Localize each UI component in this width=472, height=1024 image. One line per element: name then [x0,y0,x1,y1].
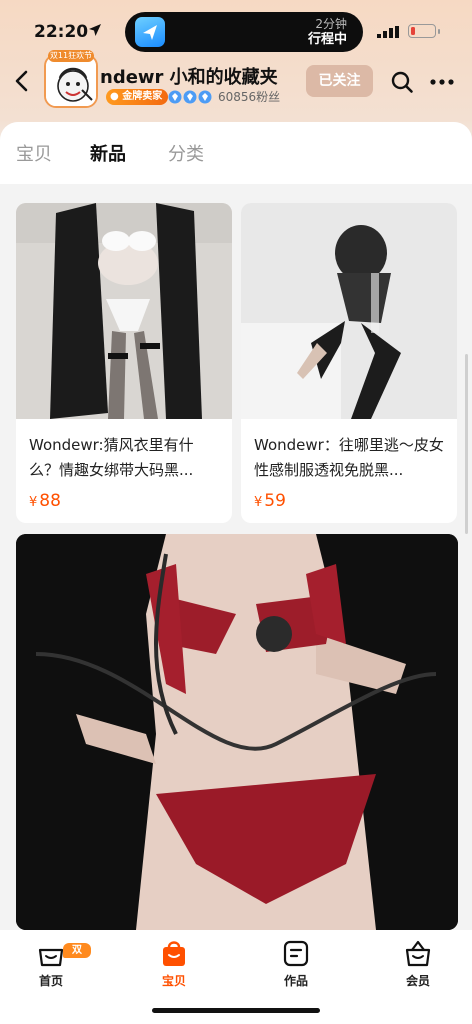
navigation-eta: 2分钟 行程中 [277,17,347,47]
tabbar-home[interactable]: 双11 首页 [11,938,91,989]
tab-category[interactable]: 分类 [168,140,204,166]
member-basket-icon [405,940,431,967]
product-image [241,203,457,419]
fans-count: 60856粉丝 [218,90,281,104]
tabbar-works[interactable]: 作品 [256,938,336,989]
shop-name: ndewr 小和的收藏夹 [100,67,278,88]
product-price: ¥59 [254,491,286,511]
works-icon [283,940,309,967]
product-image [16,534,458,930]
tabbar-baobei[interactable]: 宝贝 [134,938,214,989]
cellular-signal-icon [377,26,399,38]
tab-new[interactable]: 新品 [90,140,126,166]
more-options-icon[interactable] [430,72,454,92]
back-arrow-icon[interactable] [12,68,32,94]
home-basket-icon [38,948,64,967]
product-card-large[interactable] [16,534,458,930]
price-symbol: ¥ [29,495,38,510]
home-indicator[interactable] [152,1008,320,1013]
price-symbol: ¥ [254,495,263,510]
status-time: 22:20 [34,22,89,42]
search-icon[interactable] [390,70,414,94]
price-value: 88 [39,491,61,511]
gold-medal-icon: ● [110,91,119,102]
product-card[interactable]: Wondewr:猜风衣里有什么？情趣女绑带大码黑... ¥88 [16,203,232,523]
shop-avatar-illustration [46,56,96,106]
eta-time: 2分钟 [315,17,347,31]
price-value: 59 [264,491,286,511]
double11-avatar-badge: 双11狂欢节 [48,50,94,62]
product-image [16,203,232,419]
product-title[interactable]: Wondewr:猜风衣里有什么？情趣女绑带大码黑... [29,433,223,483]
location-arrow-icon [89,24,101,36]
gold-seller-label: 金牌卖家 [122,91,163,102]
scrollbar[interactable] [465,354,468,534]
dynamic-island[interactable]: 2分钟 行程中 [125,12,363,52]
product-title[interactable]: Wondewr：往哪里逃～皮女性感制服透视免脱黑... [254,433,448,483]
double11-badge: 双11 [63,943,91,971]
battery-level [411,27,415,35]
tabbar-works-label: 作品 [283,974,308,988]
gold-seller-badge: ● 金牌卖家 [106,89,169,105]
tabbar-member[interactable]: 会员 [378,938,458,989]
shopping-bag-icon [163,941,185,966]
content-panel: 宝贝 新品 分类 Wondewr:猜风衣里有什么？情趣女绑带大码黑... ¥88 [0,122,472,930]
shop-tabs: 宝贝 新品 分类 [0,122,472,184]
battery-icon [408,24,436,38]
eta-label: 行程中 [307,32,347,47]
follow-button[interactable]: 已关注 [306,65,373,97]
product-card[interactable]: Wondewr：往哪里逃～皮女性感制服透视免脱黑... ¥59 [241,203,457,523]
product-price: ¥88 [29,491,61,511]
tabbar-member-label: 会员 [405,974,430,988]
navigation-app-icon [135,17,165,47]
shop-level-diamonds-icon [168,90,212,104]
tabbar-baobei-label: 宝贝 [161,974,186,988]
tab-baobei[interactable]: 宝贝 [16,140,52,166]
tabbar-home-label: 首页 [38,974,63,988]
shop-avatar[interactable] [44,54,98,108]
battery-tip [438,29,440,34]
